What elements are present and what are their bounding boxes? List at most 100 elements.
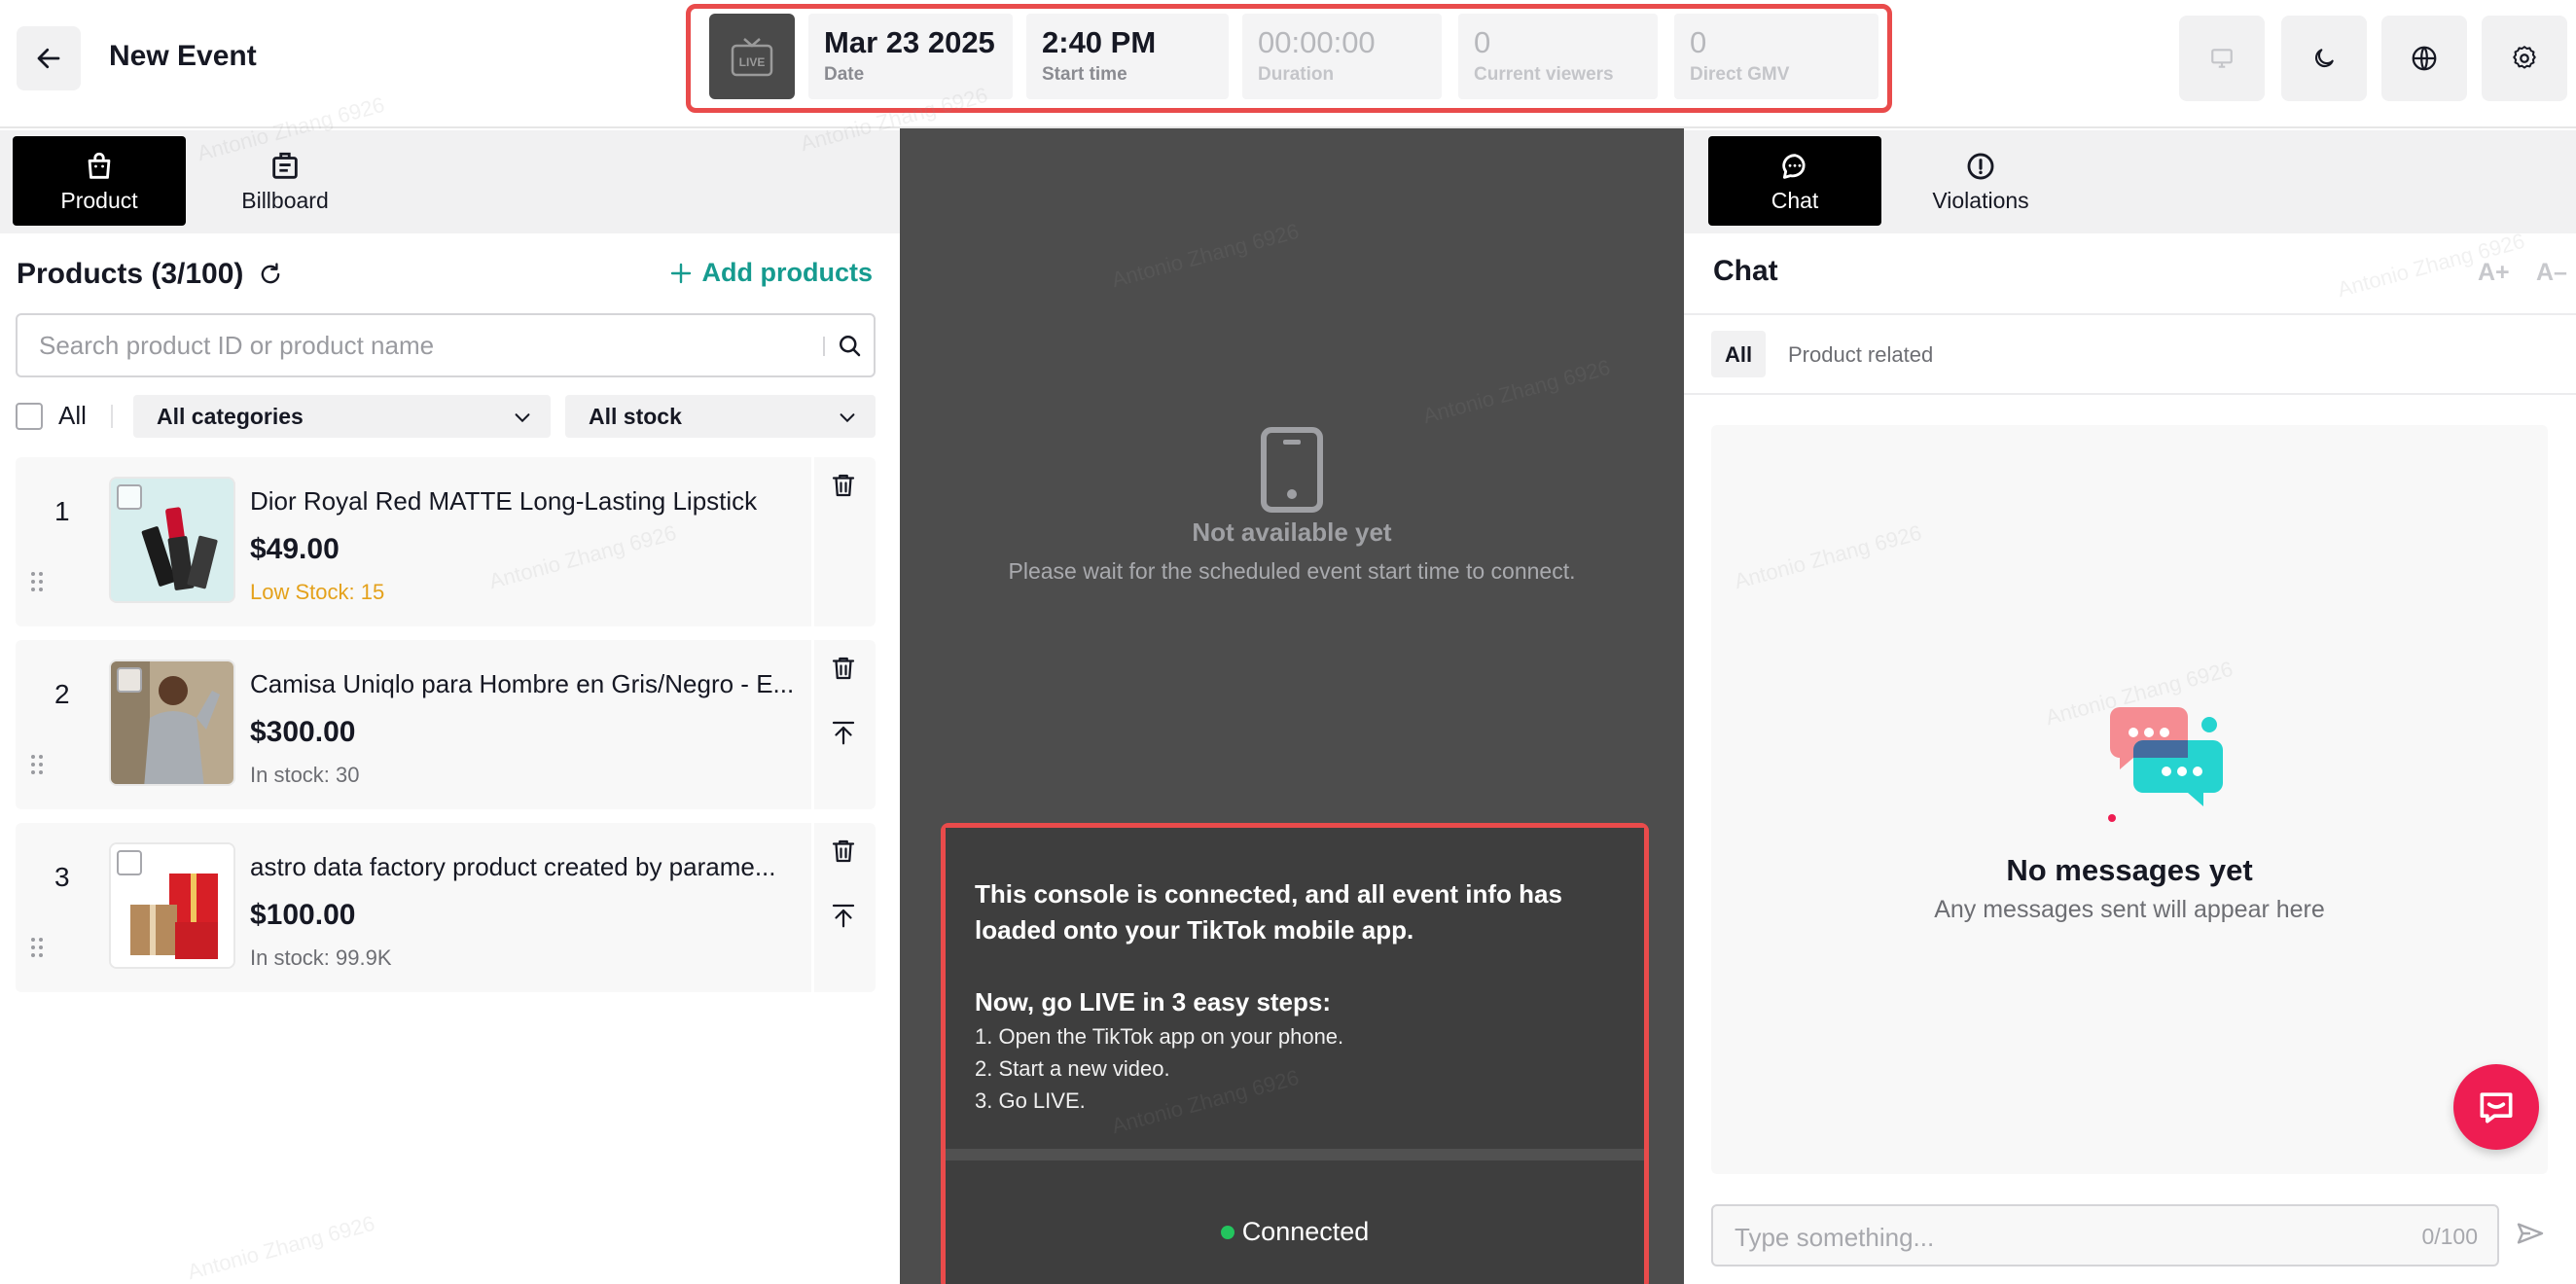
stat-start-time-label: Start time (1042, 64, 1127, 85)
tab-chat[interactable]: Chat (1708, 136, 1881, 226)
chat-bubbles-illustration-icon (2108, 707, 2223, 822)
chat-input-box: 0/100 (1711, 1204, 2499, 1266)
live-tv-icon: LIVE (731, 38, 773, 77)
category-filter-value: All categories (157, 404, 304, 429)
product-name: Camisa Uniqlo para Hombre en Gris/Negro … (250, 669, 795, 698)
product-row[interactable]: 3 astro data factory product created by … (16, 823, 876, 992)
page-title: New Event (109, 40, 257, 72)
product-filters: All All categories All stock (16, 395, 876, 438)
settings-button[interactable] (2482, 16, 2567, 101)
screen-mode-button[interactable] (2179, 16, 2265, 101)
steps-title: Now, go LIVE in 3 easy steps: (975, 987, 1332, 1016)
support-chat-icon (2480, 1092, 2513, 1124)
products-heading: Products (3/100) (17, 255, 284, 294)
chat-panel: Chat Violations Chat A+ A– All Product r… (1684, 130, 2576, 1284)
filter-all-chip[interactable]: All (1711, 331, 1767, 377)
product-price: $300.00 (250, 716, 356, 748)
header-divider (1684, 313, 2576, 315)
product-index: 1 (54, 496, 70, 526)
support-chat-button[interactable] (2453, 1064, 2539, 1150)
search-icon[interactable] (835, 331, 864, 360)
stat-viewers-value: 0 (1474, 25, 1491, 59)
connection-card: This console is connected, and all event… (946, 828, 1644, 1284)
product-checkbox[interactable] (117, 667, 142, 693)
send-icon[interactable] (2515, 1218, 2546, 1249)
product-name: astro data factory product created by pa… (250, 852, 776, 881)
connected-message: This console is connected, and all event… (975, 879, 1562, 945)
filter-product-related-chip[interactable]: Product related (1774, 331, 1947, 377)
gear-icon (2513, 46, 2536, 69)
character-counter: 0/100 (2421, 1224, 2478, 1249)
drag-handle-icon[interactable] (29, 753, 45, 776)
row-divider (811, 640, 814, 809)
select-all-label: All (58, 401, 87, 430)
status-dot-icon (1220, 1225, 1234, 1239)
product-checkbox[interactable] (117, 484, 142, 510)
card-divider (946, 1149, 1644, 1160)
product-price: $49.00 (250, 533, 340, 565)
empty-state-title: No messages yet (2006, 853, 2253, 887)
chat-message-input[interactable] (1735, 1220, 2357, 1255)
step-item: 3. Go LIVE. (975, 1088, 1086, 1113)
tab-billboard[interactable]: Billboard (198, 136, 372, 226)
font-increase-button[interactable]: A+ (2478, 259, 2510, 287)
connection-status-label: Connected (1241, 1217, 1370, 1246)
stock-filter-value: All stock (589, 404, 682, 429)
tab-violations[interactable]: Violations (1894, 136, 2067, 226)
product-stock: In stock: 30 (250, 763, 360, 787)
product-row[interactable]: 2 Camisa Uniqlo para Hombre en Gris/Negr… (16, 640, 876, 809)
tab-chat-label: Chat (1771, 187, 1819, 213)
move-to-top-icon[interactable] (829, 718, 858, 747)
product-search-box (16, 313, 876, 377)
billboard-icon (272, 152, 298, 179)
category-filter-dropdown[interactable]: All categories (133, 395, 551, 438)
product-search-input[interactable] (39, 327, 807, 364)
trash-icon[interactable] (829, 654, 858, 683)
stat-duration-label: Duration (1258, 64, 1335, 85)
connection-status: Connected (946, 1217, 1644, 1247)
back-button[interactable] (17, 26, 81, 90)
live-preview-panel: Not available yet Please wait for the sc… (900, 128, 1684, 1284)
dark-mode-button[interactable] (2281, 16, 2367, 101)
plus-icon (670, 263, 691, 283)
stat-date: Mar 23 2025 Date (808, 14, 1013, 99)
product-checkbox[interactable] (117, 850, 142, 875)
chat-bubble-icon (1782, 153, 1806, 179)
add-products-button[interactable]: Add products (669, 258, 873, 288)
connection-instructions: This console is connected, and all event… (975, 876, 1617, 1117)
stat-gmv-value: 0 (1690, 25, 1707, 59)
trash-icon[interactable] (829, 471, 858, 500)
stat-start-time-value: 2:40 PM (1042, 25, 1157, 59)
product-row[interactable]: 1 Dior Royal Red MATTE Long-Lasting Lips… (16, 457, 876, 626)
stat-duration-value: 00:00:00 (1258, 25, 1376, 59)
search-divider (823, 337, 825, 356)
tab-product-label: Product (60, 187, 138, 213)
trash-icon[interactable] (829, 837, 858, 866)
stat-start-time: 2:40 PM Start time (1026, 14, 1229, 99)
stat-date-value: Mar 23 2025 (824, 25, 995, 59)
stat-viewers-label: Current viewers (1474, 64, 1614, 85)
tab-product[interactable]: Product (13, 136, 186, 226)
phone-icon (1261, 427, 1323, 513)
move-to-top-icon[interactable] (829, 901, 858, 930)
font-decrease-button[interactable]: A– (2536, 259, 2567, 287)
drag-handle-icon[interactable] (29, 570, 45, 593)
tab-billboard-label: Billboard (241, 187, 329, 213)
stat-date-label: Date (824, 64, 865, 85)
language-button[interactable] (2381, 16, 2467, 101)
stat-gmv-label: Direct GMV (1690, 64, 1790, 85)
select-all-checkbox[interactable] (16, 403, 43, 430)
product-stock: Low Stock: 15 (250, 580, 385, 604)
stat-current-viewers: 0 Current viewers (1458, 14, 1658, 99)
refresh-icon[interactable] (257, 261, 284, 288)
products-count-title: Products (3/100) (17, 258, 244, 290)
stat-duration: 00:00:00 Duration (1242, 14, 1442, 99)
top-bar: New Event LIVE Mar 23 2025 Date 2:40 PM … (0, 0, 2576, 128)
shopping-bag-icon (88, 152, 111, 179)
chevron-down-icon (840, 413, 855, 423)
tab-violations-label: Violations (1932, 187, 2029, 213)
product-thumbnail (109, 660, 235, 786)
drag-handle-icon[interactable] (29, 936, 45, 959)
arrow-left-icon (37, 48, 60, 69)
stock-filter-dropdown[interactable]: All stock (565, 395, 876, 438)
